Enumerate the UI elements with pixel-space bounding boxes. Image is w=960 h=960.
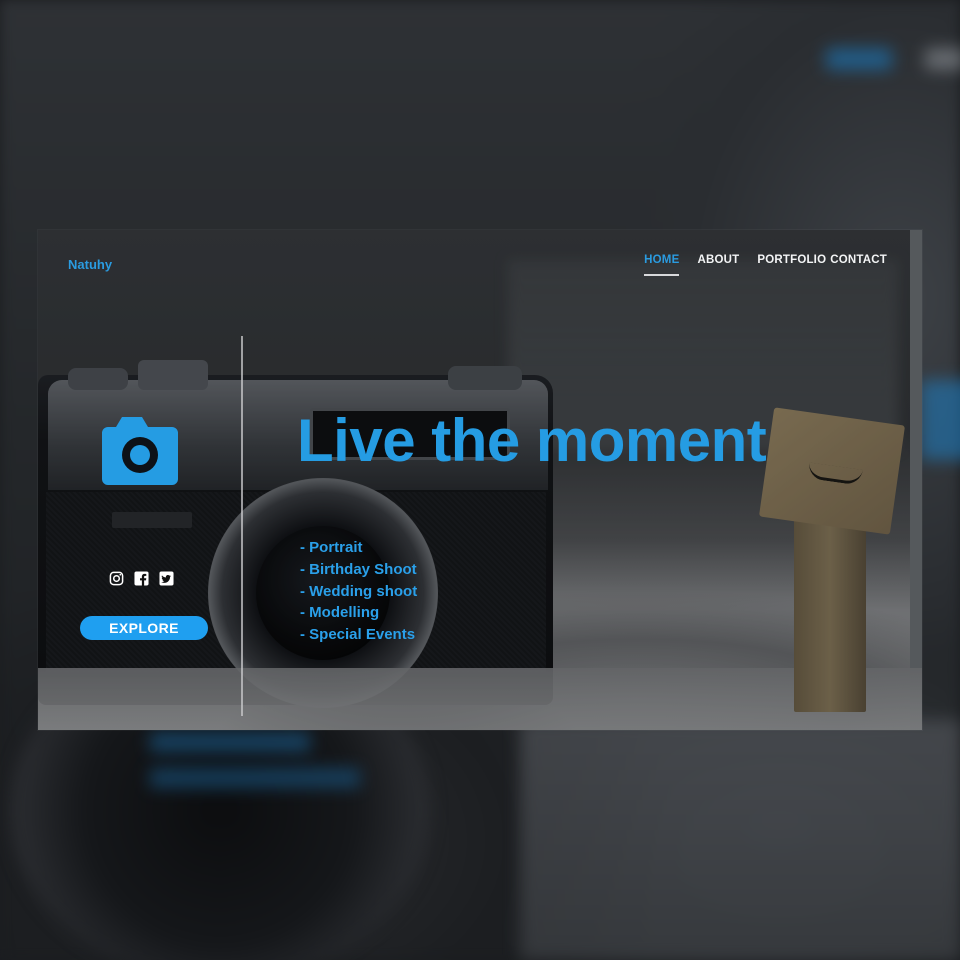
service-item: - Modelling [300, 604, 380, 622]
backdrop-sand-blur [520, 720, 960, 960]
services-list: - Portrait - Birthday Shoot - Wedding sh… [300, 537, 417, 646]
website-frame: Natuhy HOME ABOUT PORTFOLIO CONTACT Live… [38, 230, 922, 730]
explore-button[interactable]: EXPLORE [80, 616, 208, 640]
social-links [108, 570, 175, 587]
brand-logo[interactable]: Natuhy [68, 257, 112, 272]
twitter-icon[interactable] [158, 570, 175, 587]
backdrop-white-blur [925, 48, 960, 70]
facebook-icon[interactable] [133, 570, 150, 587]
backdrop-blue-blur [826, 48, 892, 70]
service-item: - Portrait [300, 539, 363, 556]
service-item: - Wedding shoot [300, 582, 418, 600]
instagram-icon[interactable] [108, 570, 125, 587]
nav-contact[interactable]: CONTACT [830, 254, 887, 274]
camera-icon [102, 417, 178, 485]
nav-home[interactable]: HOME [644, 254, 680, 276]
nav-portfolio[interactable]: PORTFOLIO [757, 254, 826, 274]
service-item: - Birthday Shoot [300, 560, 417, 578]
backdrop-blue-blur [150, 732, 310, 752]
hero-headline: Live the moment [297, 407, 767, 474]
screenshot-stage: Natuhy HOME ABOUT PORTFOLIO CONTACT Live… [0, 0, 960, 960]
service-item: - Special Events [300, 626, 416, 644]
nav-about[interactable]: ABOUT [697, 254, 739, 274]
hero-divider-line [241, 336, 243, 716]
backdrop-blue-blur [150, 768, 360, 788]
main-nav: HOME ABOUT PORTFOLIO CONTACT [644, 254, 887, 276]
backdrop-blue-blur [920, 380, 960, 460]
